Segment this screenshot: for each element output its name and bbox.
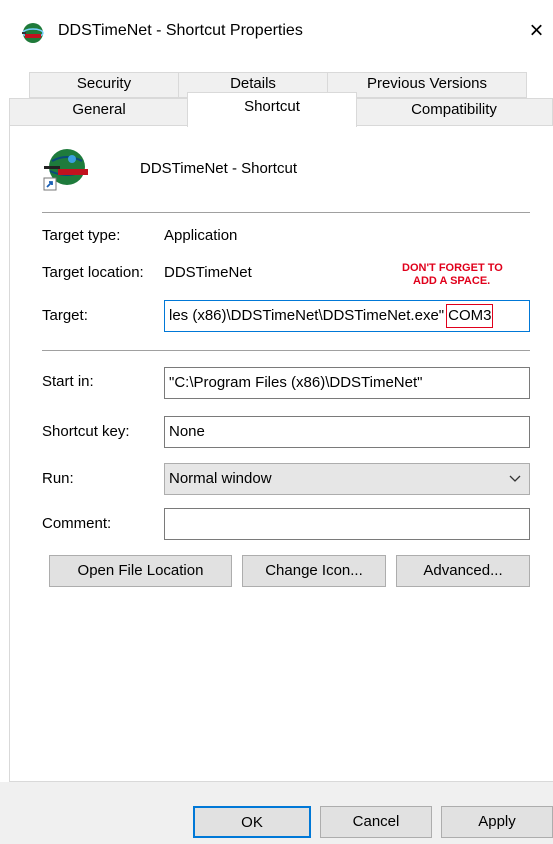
title-bar: DDSTimeNet - Shortcut Properties × bbox=[0, 0, 553, 62]
advanced-button[interactable]: Advanced... bbox=[396, 555, 530, 587]
globe-clock-icon bbox=[43, 149, 88, 191]
target-field[interactable]: les (x86)\DDSTimeNet\DDSTimeNet.exe" COM3 bbox=[164, 300, 530, 332]
separator bbox=[42, 212, 530, 213]
comment-label: Comment: bbox=[42, 515, 112, 532]
run-value: Normal window bbox=[169, 470, 272, 487]
target-location-value: DDSTimeNet bbox=[164, 264, 252, 281]
comment-field[interactable] bbox=[164, 508, 530, 540]
shortcut-key-label: Shortcut key: bbox=[42, 423, 130, 440]
app-icon bbox=[22, 23, 44, 43]
change-icon-button[interactable]: Change Icon... bbox=[242, 555, 386, 587]
cancel-button[interactable]: Cancel bbox=[320, 806, 432, 838]
tab-security[interactable]: Security bbox=[29, 72, 179, 98]
chevron-down-icon bbox=[509, 475, 521, 482]
separator bbox=[42, 350, 530, 351]
shortcut-panel bbox=[9, 125, 553, 782]
tab-compatibility[interactable]: Compatibility bbox=[355, 98, 553, 126]
tab-general[interactable]: General bbox=[9, 98, 189, 126]
start-in-label: Start in: bbox=[42, 373, 94, 390]
ok-button[interactable]: OK bbox=[193, 806, 311, 838]
close-button[interactable]: × bbox=[520, 14, 553, 48]
window-title: DDSTimeNet - Shortcut Properties bbox=[58, 22, 303, 39]
open-file-location-button[interactable]: Open File Location bbox=[49, 555, 232, 587]
shortcut-key-field[interactable]: None bbox=[164, 416, 530, 448]
target-type-value: Application bbox=[164, 227, 238, 244]
annotation-line1: DON'T FORGET TO bbox=[402, 262, 503, 274]
run-select[interactable]: Normal window bbox=[164, 463, 530, 495]
start-in-field[interactable]: "C:\Program Files (x86)\DDSTimeNet" bbox=[164, 367, 530, 399]
tab-shortcut[interactable]: Shortcut bbox=[187, 92, 357, 127]
target-type-label: Target type: bbox=[42, 227, 121, 244]
target-path: les (x86)\DDSTimeNet\DDSTimeNet.exe" bbox=[169, 307, 445, 324]
shortcut-name: DDSTimeNet - Shortcut bbox=[140, 160, 297, 177]
tab-previous-versions[interactable]: Previous Versions bbox=[327, 72, 527, 98]
target-argument: COM3 bbox=[446, 304, 494, 328]
annotation-line2: ADD A SPACE. bbox=[413, 275, 491, 287]
run-label: Run: bbox=[42, 470, 74, 487]
target-location-label: Target location: bbox=[42, 264, 144, 281]
target-label: Target: bbox=[42, 307, 88, 324]
apply-button[interactable]: Apply bbox=[441, 806, 553, 838]
